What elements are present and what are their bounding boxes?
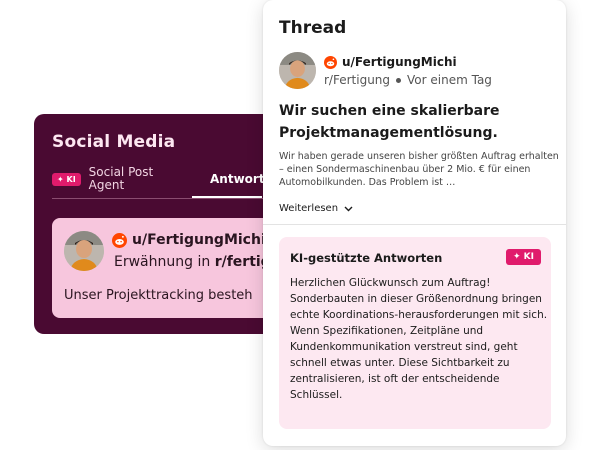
thread-panel: Thread u/FertigungMichi r/Fertigung Vor … bbox=[263, 0, 566, 446]
social-tabs: ✦ KI Social Post Agent Antworten bbox=[52, 166, 294, 200]
tab-active-indicator bbox=[192, 196, 262, 198]
mention-snippet: Unser Projekttracking besteh bbox=[64, 288, 253, 303]
tab-divider bbox=[52, 198, 294, 199]
tab-social-post-agent-label: Social Post Agent bbox=[88, 165, 154, 192]
read-more-button[interactable]: Weiterlesen bbox=[279, 203, 353, 214]
divider bbox=[263, 224, 566, 225]
post-meta: r/Fertigung Vor einem Tag bbox=[324, 73, 492, 87]
ki-badge: ✦ KI bbox=[52, 172, 81, 186]
chevron-down-icon bbox=[344, 206, 353, 211]
mention-prefix: Erwähnung in bbox=[114, 254, 215, 270]
mention-username-text: u/FertigungMichi bbox=[132, 232, 266, 248]
ai-answers-box: KI-gestützte Antworten ✦ KI Herzlichen G… bbox=[279, 237, 551, 429]
avatar[interactable] bbox=[279, 52, 316, 89]
stage: Social Media ✦ KI Social Post Agent Antw… bbox=[0, 0, 600, 450]
ki-badge: ✦ KI bbox=[506, 249, 541, 265]
post-time: Vor einem Tag bbox=[407, 73, 492, 87]
thread-title: Thread bbox=[279, 18, 347, 38]
post-username[interactable]: u/FertigungMichi bbox=[324, 55, 457, 69]
post-body: Wir haben gerade unseren bisher größten … bbox=[279, 151, 559, 188]
mention-card[interactable]: u/FertigungMichi Erwähnung in r/fertig U… bbox=[52, 218, 294, 318]
post-subreddit[interactable]: r/Fertigung bbox=[324, 73, 390, 87]
social-media-panel: Social Media ✦ KI Social Post Agent Antw… bbox=[34, 114, 294, 334]
ai-answer-text[interactable]: Herzlichen Glückwunsch zum Auftrag! Sond… bbox=[290, 275, 548, 403]
reddit-icon bbox=[324, 55, 337, 69]
reddit-icon bbox=[112, 232, 127, 248]
mention-context: Erwähnung in r/fertig bbox=[114, 254, 271, 270]
separator-dot bbox=[396, 77, 402, 83]
mention-username[interactable]: u/FertigungMichi bbox=[112, 232, 266, 248]
post-username-text: u/FertigungMichi bbox=[342, 55, 457, 69]
ai-answers-title: KI-gestützte Antworten bbox=[290, 251, 443, 265]
post-title: Wir suchen eine skalierbare Projektmanag… bbox=[279, 103, 500, 141]
tab-social-post-agent[interactable]: ✦ KI Social Post Agent bbox=[52, 166, 169, 192]
read-more-label: Weiterlesen bbox=[279, 203, 339, 214]
avatar bbox=[64, 231, 104, 271]
social-media-title: Social Media bbox=[52, 132, 176, 152]
